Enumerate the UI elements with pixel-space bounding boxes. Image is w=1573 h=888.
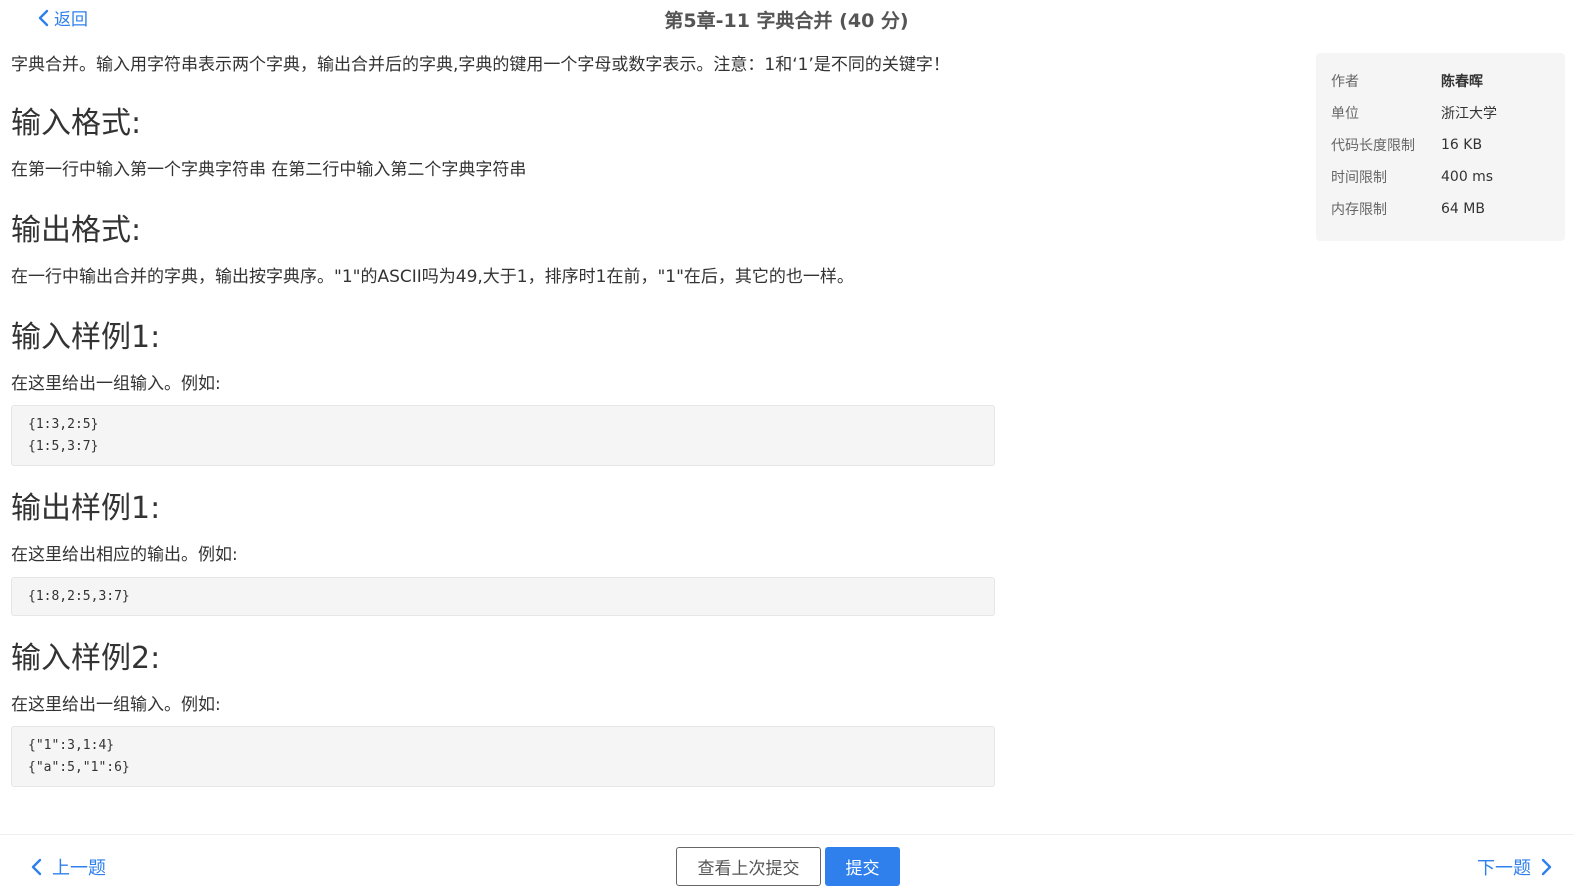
- sample-input-2-note: 在这里给出一组输入。例如:: [11, 695, 221, 715]
- meta-memory-limit-label: 内存限制: [1331, 202, 1387, 218]
- meta-unit-value: 浙江大学: [1441, 106, 1497, 122]
- sample-input-1-note: 在这里给出一组输入。例如:: [11, 374, 221, 394]
- sample-output-1-note: 在这里给出相应的输出。例如:: [11, 545, 238, 565]
- input-format-heading: 输入格式:: [11, 106, 142, 141]
- problem-meta-panel: 作者 陈春晖 单位 浙江大学 代码长度限制 16 KB 时间限制 400 ms …: [1316, 53, 1565, 241]
- meta-author-value: 陈春晖: [1441, 74, 1483, 90]
- meta-memory-limit: 内存限制 64 MB: [1331, 193, 1550, 225]
- sample-output-1-code[interactable]: {1:8,2:5,3:7}: [11, 577, 995, 616]
- next-problem-label: 下一题: [1477, 858, 1531, 879]
- meta-code-limit-label: 代码长度限制: [1331, 138, 1415, 154]
- chevron-right-icon: [1541, 858, 1552, 876]
- meta-unit-label: 单位: [1331, 106, 1359, 122]
- meta-time-limit-label: 时间限制: [1331, 170, 1387, 186]
- sample-input-1-code[interactable]: {1:3,2:5} {1:5,3:7}: [11, 405, 995, 466]
- meta-unit: 单位 浙江大学: [1331, 97, 1550, 129]
- sample-input-2-heading: 输入样例2:: [11, 641, 161, 676]
- sample-input-1-heading: 输入样例1:: [11, 320, 161, 355]
- meta-memory-limit-value: 64 MB: [1441, 201, 1485, 217]
- meta-code-limit-value: 16 KB: [1441, 137, 1483, 153]
- view-last-submission-button[interactable]: 查看上次提交: [676, 847, 821, 886]
- meta-time-limit-value: 400 ms: [1441, 169, 1494, 185]
- next-problem-link[interactable]: 下一题: [1477, 854, 1555, 880]
- page-title: 第5章-11 字典合并 (40 分): [664, 10, 909, 32]
- meta-code-limit: 代码长度限制 16 KB: [1331, 129, 1550, 161]
- prev-problem-label: 上一题: [52, 858, 106, 879]
- input-format-text: 在第一行中输入第一个字典字符串 在第二行中输入第二个字典字符串: [11, 160, 527, 180]
- problem-content: 字典合并。输入用字符串表示两个字典，输出合并后的字典,字典的键用一个字母或数字表…: [11, 50, 996, 787]
- sample-output-1-heading: 输出样例1:: [11, 491, 161, 526]
- problem-description: 字典合并。输入用字符串表示两个字典，输出合并后的字典,字典的键用一个字母或数字表…: [11, 55, 950, 75]
- prev-problem-link[interactable]: 上一题: [28, 854, 106, 880]
- chevron-left-icon: [31, 858, 42, 876]
- sample-input-2-code[interactable]: {"1":3,1:4} {"a":5,"1":6}: [11, 726, 995, 787]
- submit-button[interactable]: 提交: [825, 847, 900, 886]
- meta-author-label: 作者: [1331, 74, 1359, 90]
- meta-author: 作者 陈春晖: [1331, 65, 1550, 97]
- output-format-text: 在一行中输出合并的字典，输出按字典序。"1"的ASCII吗为49,大于1，排序时…: [11, 267, 854, 287]
- top-bar: 返回 第5章-11 字典合并 (40 分): [0, 0, 1573, 36]
- footer-bar: 上一题 查看上次提交 提交 下一题: [0, 834, 1573, 888]
- output-format-heading: 输出格式:: [11, 213, 142, 248]
- meta-time-limit: 时间限制 400 ms: [1331, 161, 1550, 193]
